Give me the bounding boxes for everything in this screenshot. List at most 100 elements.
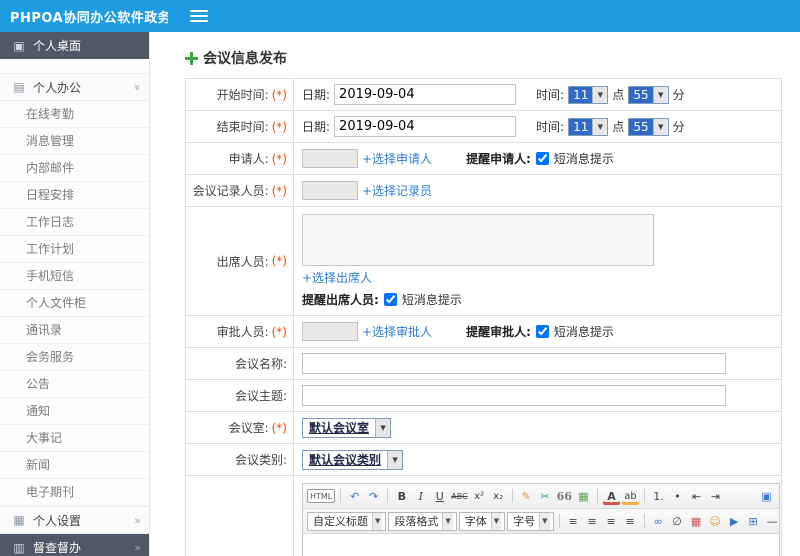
end-hour-select[interactable]: 11 ▼ (568, 117, 609, 136)
recorder-input[interactable] (302, 181, 358, 200)
sidebar-item-attendance[interactable]: 在线考勤 (0, 101, 149, 128)
form-row-applicant: 申请人: (*) +选择申请人 提醒申请人: 短消息提示 (186, 143, 781, 175)
unlink-button[interactable]: ∅ (669, 512, 686, 530)
start-minute-select[interactable]: 55 ▼ (628, 85, 669, 104)
superscript-button[interactable]: x² (471, 487, 488, 505)
subscript-button[interactable]: x₂ (490, 487, 507, 505)
align-justify-button[interactable]: ≡ (622, 512, 639, 530)
chevron-down-icon: ▼ (592, 118, 608, 135)
sidebar-item-meeting-service[interactable]: 会务服务 (0, 344, 149, 371)
meeting-category-select[interactable]: 默认会议类别 ▼ (302, 449, 404, 470)
sidebar-item-messages[interactable]: 消息管理 (0, 128, 149, 155)
image-button[interactable]: ▦ (688, 512, 705, 530)
sidebar-item-file-cabinet[interactable]: 个人文件柜 (0, 290, 149, 317)
attendees-textarea[interactable] (302, 214, 654, 266)
meeting-subject-input[interactable] (302, 385, 726, 406)
fullscreen-button[interactable]: ▣ (758, 487, 775, 505)
font-family-select[interactable]: 字体 ▼ (458, 511, 506, 531)
underline-button[interactable]: U (431, 487, 448, 505)
sidebar-section-personal-settings[interactable]: ▦ 个人设置 » (0, 506, 149, 534)
toolbar-divider (643, 489, 645, 503)
sidebar-item-internal-mail[interactable]: 内部邮件 (0, 155, 149, 182)
font-family-select-label: 字体 (464, 515, 487, 528)
end-date-input[interactable] (334, 116, 517, 137)
align-right-button[interactable]: ≡ (603, 512, 620, 530)
remove-format-button[interactable]: ✂ (537, 487, 554, 505)
sidebar-item-work-log[interactable]: 工作日志 (0, 209, 149, 236)
chevron-down-icon: ▼ (539, 512, 550, 530)
editor-toolbar-row1: HTML ↶ ↷ B I U ABC x² x₂ ✎ ✂ 66 ▦ A ab 1… (303, 484, 779, 509)
highlight-color-button[interactable]: ab (622, 487, 639, 505)
heading-select[interactable]: 自定义标题 ▼ (307, 511, 387, 531)
align-left-button[interactable]: ≡ (565, 512, 582, 530)
required-mark: (*) (271, 324, 287, 339)
sidebar-item-contacts[interactable]: 通讯录 (0, 317, 149, 344)
selected-room: 默认会议室 (309, 421, 370, 435)
remind-label: 提醒审批人: (466, 325, 531, 339)
strikethrough-button[interactable]: ABC (450, 487, 468, 505)
emoticon-button[interactable]: ☺ (707, 512, 724, 530)
field-value: +选择记录员 (293, 175, 781, 206)
bold-button[interactable]: B (393, 487, 410, 505)
field-value: +选择出席人 提醒出席人员: 短消息提示 (293, 207, 781, 315)
undo-button[interactable]: ↶ (346, 487, 363, 505)
meeting-room-select[interactable]: 默认会议室 ▼ (302, 417, 392, 438)
sidebar-section-supervision[interactable]: ▥ 督查督办 » (0, 534, 149, 556)
pick-attendees-link[interactable]: +选择出席人 (302, 269, 372, 286)
font-color-button[interactable]: A (603, 487, 620, 505)
editor-content-area[interactable] (303, 534, 779, 556)
sidebar-item-announcement[interactable]: 公告 (0, 371, 149, 398)
sidebar-section-personal-office[interactable]: ▤ 个人办公 » (0, 73, 149, 101)
end-minute-select[interactable]: 55 ▼ (628, 117, 669, 136)
html-source-button[interactable]: HTML (307, 489, 336, 503)
hamburger-menu-icon[interactable] (190, 10, 208, 22)
field-label: 会议类别: (186, 444, 293, 475)
topbar: PHPOA协同办公软件政务版 (0, 0, 800, 32)
applicant-sms-checkbox[interactable] (535, 152, 549, 165)
approver-sms-checkbox[interactable] (535, 325, 549, 338)
unordered-list-button[interactable]: • (669, 487, 686, 505)
redo-button[interactable]: ↷ (365, 487, 382, 505)
sidebar-item-notice[interactable]: 通知 (0, 398, 149, 425)
supervision-icon: ▥ (13, 540, 25, 555)
toolbar-divider (511, 489, 513, 503)
link-button[interactable]: ∞ (650, 512, 667, 530)
sidebar-item-news[interactable]: 新闻 (0, 452, 149, 479)
font-size-select[interactable]: 字号 ▼ (507, 511, 554, 531)
start-date-input[interactable] (334, 84, 517, 105)
pick-applicant-link[interactable]: +选择申请人 (362, 150, 432, 167)
blockquote-button[interactable]: 66 (556, 487, 573, 505)
sidebar: ▣ 个人桌面 ▤ 个人办公 » 在线考勤 消息管理 内部邮件 日程安排 工作日志… (0, 32, 150, 556)
insert-date-button[interactable]: ▦ (575, 487, 592, 505)
sms-label: 短消息提示 (553, 325, 614, 339)
toolbar-divider (558, 514, 560, 528)
pick-approver-link[interactable]: +选择审批人 (362, 323, 432, 340)
format-painter-button[interactable]: ✎ (518, 487, 535, 505)
field-value: 日期: 时间: 11 ▼ 点 55 ▼ 分 (293, 111, 781, 142)
sidebar-item-schedule[interactable]: 日程安排 (0, 182, 149, 209)
applicant-input[interactable] (302, 149, 358, 168)
indent-button[interactable]: ⇥ (707, 487, 724, 505)
ordered-list-button[interactable]: 1. (650, 487, 667, 505)
approver-input[interactable] (302, 322, 358, 341)
toolbar-divider (387, 489, 389, 503)
outdent-button[interactable]: ⇤ (688, 487, 705, 505)
chevron-down-icon: ▼ (375, 418, 391, 437)
label-text: 申请人: (228, 152, 269, 166)
sidebar-item-e-journal[interactable]: 电子期刊 (0, 479, 149, 506)
meeting-name-input[interactable] (302, 353, 726, 374)
align-center-button[interactable]: ≡ (584, 512, 601, 530)
field-label: 会议名称: (186, 348, 293, 379)
media-button[interactable]: ▶ (726, 512, 743, 530)
pick-recorder-link[interactable]: +选择记录员 (362, 182, 432, 199)
italic-button[interactable]: I (412, 487, 429, 505)
sidebar-item-desktop[interactable]: ▣ 个人桌面 (0, 32, 149, 59)
sidebar-item-events[interactable]: 大事记 (0, 425, 149, 452)
table-button[interactable]: ⊞ (745, 512, 762, 530)
sidebar-item-work-plan[interactable]: 工作计划 (0, 236, 149, 263)
paragraph-format-select[interactable]: 段落格式 ▼ (388, 511, 457, 531)
start-hour-select[interactable]: 11 ▼ (568, 85, 609, 104)
attendees-sms-checkbox[interactable] (383, 293, 397, 306)
hr-button[interactable]: — (764, 512, 779, 530)
sidebar-item-sms[interactable]: 手机短信 (0, 263, 149, 290)
